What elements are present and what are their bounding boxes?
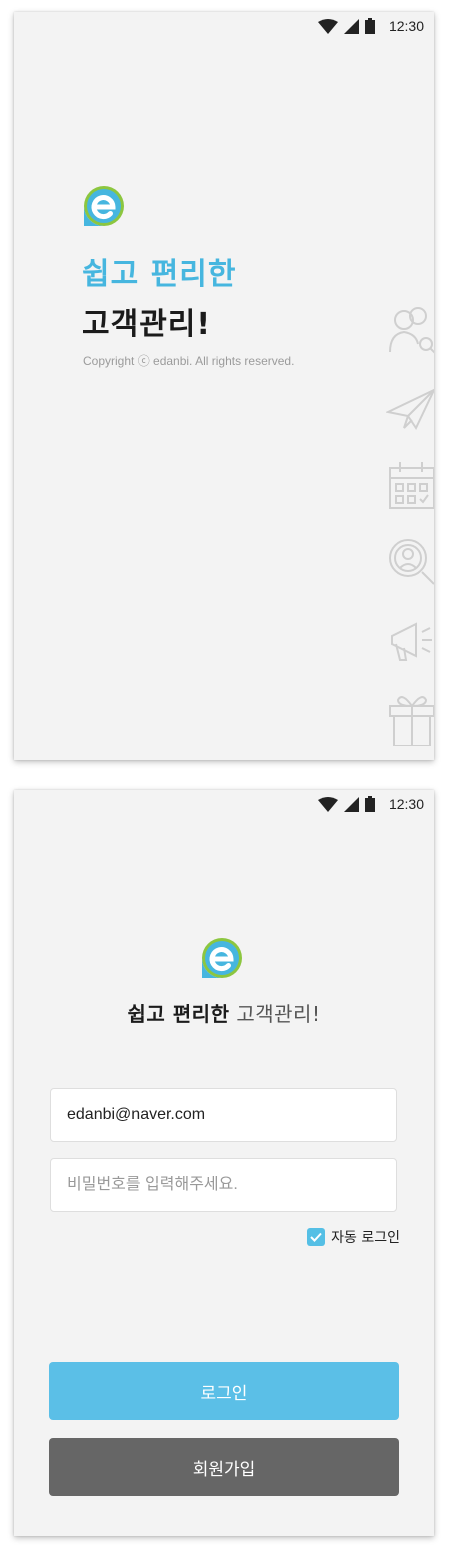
auto-login-checkbox[interactable] bbox=[307, 1228, 326, 1246]
status-bar: 12:30 bbox=[14, 790, 434, 820]
login-title-bold: 쉽고 편리한 bbox=[127, 1002, 230, 1026]
paper-plane-icon bbox=[386, 388, 434, 431]
gift-icon bbox=[389, 696, 434, 746]
login-screen: 12:30 쉽고 편리한 고객관리! 자동 로그인 로그인 회원가입 bbox=[14, 790, 434, 1536]
wifi-icon bbox=[317, 18, 338, 34]
login-button[interactable]: 로그인 bbox=[49, 1362, 399, 1420]
edanbi-logo bbox=[200, 936, 244, 984]
battery-icon bbox=[364, 18, 375, 34]
auto-login-toggle[interactable]: 자동 로그인 bbox=[307, 1227, 400, 1247]
auto-login-label: 자동 로그인 bbox=[331, 1230, 400, 1246]
cell-signal-icon bbox=[343, 18, 359, 34]
status-time: 12:30 bbox=[388, 18, 424, 34]
login-title: 쉽고 편리한 고객관리! bbox=[14, 998, 434, 1027]
password-input[interactable] bbox=[67, 1176, 380, 1194]
tagline-line2: 고객관리! bbox=[82, 307, 212, 342]
person-search-icon bbox=[389, 539, 434, 585]
status-bar: 12:30 bbox=[14, 12, 434, 42]
email-field[interactable] bbox=[50, 1088, 397, 1142]
signup-button[interactable]: 회원가입 bbox=[49, 1438, 399, 1496]
wifi-icon bbox=[317, 796, 338, 812]
check-icon bbox=[310, 1232, 322, 1242]
copyright-text: Copyright ⓒ edanbi. All rights reserved. bbox=[83, 354, 295, 368]
cell-signal-icon bbox=[343, 796, 359, 812]
feature-icons bbox=[386, 302, 434, 746]
edanbi-logo bbox=[82, 184, 126, 232]
password-field[interactable] bbox=[50, 1158, 397, 1212]
calendar-icon bbox=[389, 462, 434, 509]
tagline-line1: 쉽고 편리한 bbox=[82, 257, 237, 292]
battery-icon bbox=[364, 796, 375, 812]
status-time: 12:30 bbox=[388, 796, 424, 812]
email-input[interactable] bbox=[67, 1106, 380, 1124]
splash-screen: 12:30 쉽고 편리한 고객관리! Copyright ⓒ edanbi. A… bbox=[14, 12, 434, 760]
users-search-icon bbox=[389, 307, 434, 354]
login-title-light: 고객관리! bbox=[236, 1002, 321, 1026]
megaphone-icon bbox=[391, 622, 432, 661]
